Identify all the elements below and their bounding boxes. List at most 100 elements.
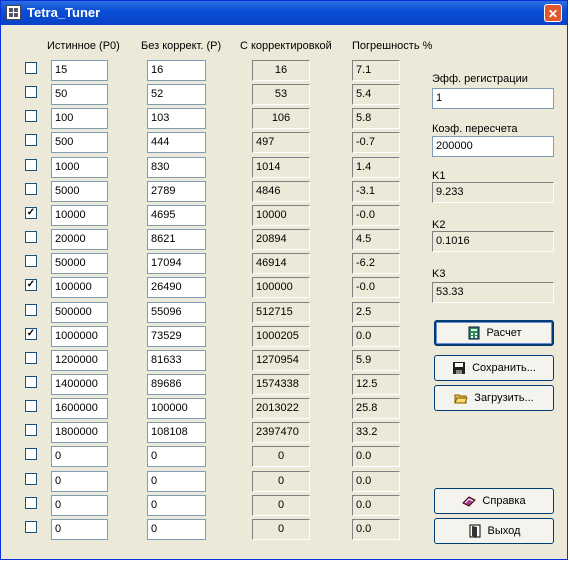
calc-button[interactable]: Расчет — [434, 320, 554, 346]
row-checkbox[interactable]: ✓ — [25, 207, 37, 219]
uncorrected-p-input[interactable]: 2789 — [147, 181, 206, 202]
row-checkbox[interactable] — [25, 424, 37, 436]
error-pct-value: 12.5 — [352, 374, 400, 395]
true-p0-input[interactable]: 1000000 — [51, 326, 108, 347]
true-p0-input[interactable]: 15 — [51, 60, 108, 81]
true-p0-input[interactable]: 0 — [51, 471, 108, 492]
error-pct-value: 0.0 — [352, 471, 400, 492]
uncorrected-p-input[interactable]: 444 — [147, 132, 206, 153]
uncorrected-p-input[interactable]: 52 — [147, 84, 206, 105]
uncorrected-p-input[interactable]: 103 — [147, 108, 206, 129]
row-checkbox[interactable] — [25, 376, 37, 388]
error-pct-value: 5.9 — [352, 350, 400, 371]
true-p0-input[interactable]: 1200000 — [51, 350, 108, 371]
uncorrected-p-input[interactable]: 0 — [147, 446, 206, 467]
row-checkbox[interactable]: ✓ — [25, 328, 37, 340]
uncorrected-p-input[interactable]: 100000 — [147, 398, 206, 419]
error-pct-value: 0.0 — [352, 326, 400, 347]
true-p0-input[interactable]: 50 — [51, 84, 108, 105]
save-button-label: Сохранить... — [472, 362, 536, 374]
true-p0-input[interactable]: 0 — [51, 519, 108, 540]
exit-door-icon — [468, 524, 482, 538]
corrected-value: 4846 — [252, 181, 310, 202]
uncorrected-p-input[interactable]: 108108 — [147, 422, 206, 443]
recalc-coef-input[interactable]: 200000 — [432, 136, 554, 157]
row-checkbox[interactable] — [25, 183, 37, 195]
true-p0-input[interactable]: 10000 — [51, 205, 108, 226]
corrected-value: 0 — [252, 471, 310, 492]
row-checkbox[interactable] — [25, 352, 37, 364]
true-p0-input[interactable]: 500 — [51, 132, 108, 153]
true-p0-input[interactable]: 1000 — [51, 157, 108, 178]
uncorrected-p-input[interactable]: 0 — [147, 519, 206, 540]
uncorrected-p-input[interactable]: 73529 — [147, 326, 206, 347]
error-pct-value: -0.7 — [352, 132, 400, 153]
true-p0-input[interactable]: 50000 — [51, 253, 108, 274]
true-p0-input[interactable]: 1400000 — [51, 374, 108, 395]
corrected-value: 1014 — [252, 157, 310, 178]
true-p0-input[interactable]: 100000 — [51, 277, 108, 298]
calculator-icon — [467, 326, 481, 340]
row-checkbox[interactable] — [25, 62, 37, 74]
uncorrected-p-input[interactable]: 26490 — [147, 277, 206, 298]
row-checkbox[interactable] — [25, 521, 37, 533]
error-pct-value: 2.5 — [352, 302, 400, 323]
uncorrected-p-input[interactable]: 830 — [147, 157, 206, 178]
error-pct-value: -6.2 — [352, 253, 400, 274]
load-button[interactable]: Загрузить... — [434, 385, 554, 411]
true-p0-input[interactable]: 500000 — [51, 302, 108, 323]
uncorrected-p-input[interactable]: 81633 — [147, 350, 206, 371]
save-button[interactable]: Сохранить... — [434, 355, 554, 381]
row-checkbox[interactable] — [25, 448, 37, 460]
row-checkbox[interactable] — [25, 110, 37, 122]
true-p0-input[interactable]: 0 — [51, 446, 108, 467]
k1-label: K1 — [432, 170, 446, 182]
k3-label: K3 — [432, 268, 446, 280]
error-pct-value: 5.8 — [352, 108, 400, 129]
uncorrected-p-input[interactable]: 8621 — [147, 229, 206, 250]
error-pct-value: 4.5 — [352, 229, 400, 250]
k2-label: K2 — [432, 219, 446, 231]
error-pct-value: 0.0 — [352, 446, 400, 467]
corrected-value: 1000205 — [252, 326, 310, 347]
header-uncorrected-p: Без коррект. (P) — [141, 40, 222, 52]
row-checkbox[interactable] — [25, 159, 37, 171]
true-p0-input[interactable]: 20000 — [51, 229, 108, 250]
help-button-label: Справка — [482, 495, 526, 507]
uncorrected-p-input[interactable]: 17094 — [147, 253, 206, 274]
corrected-value: 2013022 — [252, 398, 310, 419]
app-window: Tetra_Tuner ✕ Истинное (P0) Без коррект.… — [0, 0, 568, 560]
uncorrected-p-input[interactable]: 0 — [147, 471, 206, 492]
title-bar[interactable]: Tetra_Tuner ✕ — [1, 1, 567, 25]
calc-button-label: Расчет — [486, 327, 522, 339]
exit-button[interactable]: Выход — [434, 518, 554, 544]
row-checkbox[interactable] — [25, 86, 37, 98]
true-p0-input[interactable]: 1800000 — [51, 422, 108, 443]
row-checkbox[interactable] — [25, 497, 37, 509]
corrected-value: 1270954 — [252, 350, 310, 371]
row-checkbox[interactable]: ✓ — [25, 279, 37, 291]
true-p0-input[interactable]: 5000 — [51, 181, 108, 202]
uncorrected-p-input[interactable]: 4695 — [147, 205, 206, 226]
true-p0-input[interactable]: 0 — [51, 495, 108, 516]
row-checkbox[interactable] — [25, 304, 37, 316]
row-checkbox[interactable] — [25, 134, 37, 146]
row-checkbox[interactable] — [25, 473, 37, 485]
row-checkbox[interactable] — [25, 231, 37, 243]
uncorrected-p-input[interactable]: 89686 — [147, 374, 206, 395]
uncorrected-p-input[interactable]: 0 — [147, 495, 206, 516]
corrected-value: 10000 — [252, 205, 310, 226]
corrected-value: 2397470 — [252, 422, 310, 443]
client-area: Истинное (P0) Без коррект. (P) С коррект… — [4, 26, 564, 558]
uncorrected-p-input[interactable]: 16 — [147, 60, 206, 81]
corrected-value: 0 — [252, 519, 310, 540]
reg-eff-input[interactable]: 1 — [432, 88, 554, 109]
help-button[interactable]: Справка — [434, 488, 554, 514]
true-p0-input[interactable]: 1600000 — [51, 398, 108, 419]
row-checkbox[interactable] — [25, 255, 37, 267]
uncorrected-p-input[interactable]: 55096 — [147, 302, 206, 323]
row-checkbox[interactable] — [25, 400, 37, 412]
true-p0-input[interactable]: 100 — [51, 108, 108, 129]
corrected-value: 512715 — [252, 302, 310, 323]
close-button[interactable]: ✕ — [544, 4, 562, 22]
